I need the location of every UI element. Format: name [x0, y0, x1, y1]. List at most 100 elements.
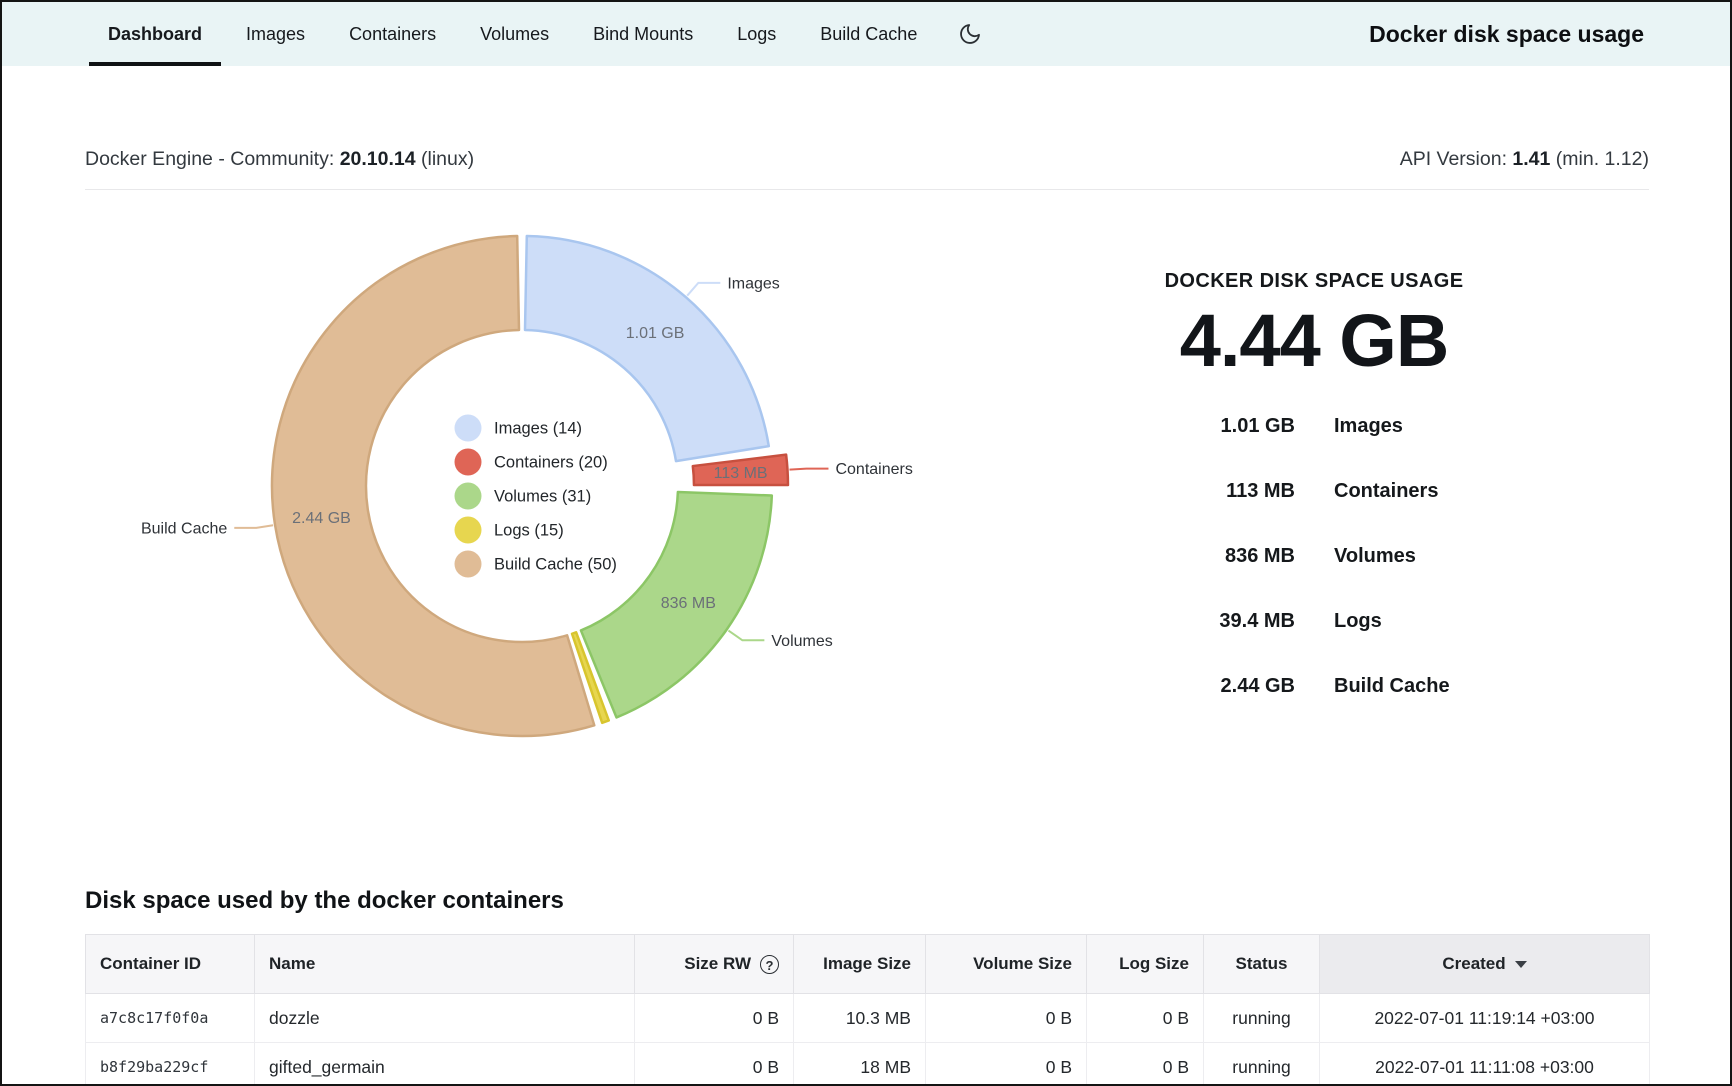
engine-version-text: Docker Engine - Community: 20.10.14 (lin…	[85, 146, 474, 173]
dashboard-section: 1.01 GBImages113 MBContainers836 MBVolum…	[2, 190, 1730, 882]
usage-total: 4.44 GB	[1034, 301, 1594, 381]
legend-item-logs[interactable]: Logs (15)	[455, 517, 564, 544]
table-row: a7c8c17f0f0adozzle0 B10.3 MB0 B0 Brunnin…	[86, 994, 1650, 1043]
cell-container_id: b8f29ba229cf	[86, 1043, 255, 1086]
column-label: Created	[1442, 954, 1505, 974]
segment-label-line	[234, 525, 273, 528]
usage-row-containers: 113 MB Containers	[1034, 459, 1594, 524]
top-navigation-bar: DashboardImagesContainersVolumesBind Mou…	[2, 2, 1730, 66]
sort-desc-icon	[1515, 961, 1527, 968]
legend-swatch	[455, 483, 482, 510]
column-label: Size RW	[684, 954, 751, 974]
cell-size_rw: 0 B	[635, 1043, 794, 1086]
tab-volumes[interactable]: Volumes	[459, 2, 570, 66]
cell-image_size: 10.3 MB	[794, 994, 926, 1043]
segment-name-label: Containers	[835, 461, 912, 478]
column-header-volume-size[interactable]: Volume Size	[926, 935, 1087, 994]
column-header-status[interactable]: Status	[1204, 935, 1320, 994]
moon-icon	[958, 22, 982, 46]
cell-size_rw: 0 B	[635, 994, 794, 1043]
column-label: Log Size	[1119, 954, 1189, 974]
cell-status: running	[1204, 994, 1320, 1043]
segment-label-line	[687, 283, 720, 296]
cell-volume_size: 0 B	[926, 994, 1087, 1043]
legend-swatch	[455, 449, 482, 476]
cell-log_size: 0 B	[1087, 1043, 1204, 1086]
usage-label: Logs	[1334, 610, 1382, 633]
usage-row-build-cache: 2.44 GB Build Cache	[1034, 654, 1594, 719]
table-body: a7c8c17f0f0adozzle0 B10.3 MB0 B0 Brunnin…	[86, 994, 1650, 1086]
column-label: Volume Size	[973, 954, 1072, 974]
segment-label-line	[728, 631, 764, 641]
cell-container_id: a7c8c17f0f0a	[86, 994, 255, 1043]
tab-dashboard[interactable]: Dashboard	[87, 2, 223, 66]
tab-bar: DashboardImagesContainersVolumesBind Mou…	[87, 2, 938, 66]
cell-created: 2022-07-01 11:11:08 +03:00	[1320, 1043, 1650, 1086]
usage-summary-panel: DOCKER DISK SPACE USAGE 4.44 GB 1.01 GB I…	[1034, 267, 1594, 719]
legend-item-containers[interactable]: Containers (20)	[455, 449, 608, 476]
help-icon[interactable]: ?	[760, 955, 779, 974]
app-window: DashboardImagesContainersVolumesBind Mou…	[0, 0, 1732, 1086]
usage-summary-heading: DOCKER DISK SPACE USAGE	[1034, 267, 1594, 295]
legend-item-images[interactable]: Images (14)	[455, 415, 583, 442]
cell-status: running	[1204, 1043, 1320, 1086]
usage-value: 39.4 MB	[1034, 610, 1295, 633]
tab-images[interactable]: Images	[225, 2, 326, 66]
legend-label: Logs (15)	[494, 522, 564, 540]
usage-label: Containers	[1334, 480, 1438, 503]
dark-mode-toggle[interactable]	[954, 18, 986, 50]
column-header-created[interactable]: Created	[1320, 935, 1650, 994]
legend-item-build-cache[interactable]: Build Cache (50)	[455, 551, 617, 578]
cell-name: dozzle	[255, 994, 635, 1043]
legend-label: Volumes (31)	[494, 488, 591, 506]
segment-size-label: 113 MB	[714, 465, 768, 482]
usage-row-volumes: 836 MBVolumes	[1034, 524, 1594, 589]
usage-label: Build Cache	[1334, 675, 1450, 698]
usage-label: Volumes	[1334, 545, 1416, 568]
usage-value: 113 MB	[1034, 480, 1295, 503]
column-header-size-rw[interactable]: Size RW?	[635, 935, 794, 994]
segment-name-label: Volumes	[771, 633, 832, 650]
tab-containers[interactable]: Containers	[328, 2, 457, 66]
api-version-text: API Version: 1.41 (min. 1.12)	[1400, 146, 1649, 173]
segment-name-label: Build Cache	[141, 520, 227, 537]
segment-size-label: 1.01 GB	[626, 325, 685, 342]
usage-value: 2.44 GB	[1034, 675, 1295, 698]
column-header-container-id[interactable]: Container ID	[86, 935, 255, 994]
cell-log_size: 0 B	[1087, 994, 1204, 1043]
column-header-name[interactable]: Name	[255, 935, 635, 994]
segment-size-label: 2.44 GB	[292, 510, 351, 527]
legend-swatch	[455, 415, 482, 442]
legend-swatch	[455, 517, 482, 544]
legend-item-volumes[interactable]: Volumes (31)	[455, 483, 592, 510]
cell-created: 2022-07-01 11:19:14 +03:00	[1320, 994, 1650, 1043]
tab-bind-mounts[interactable]: Bind Mounts	[572, 2, 714, 66]
containers-table: Container ID Name Size RW? Image Size Volume…	[85, 934, 1650, 1086]
page-title: Docker disk space usage	[1369, 21, 1730, 48]
usage-row-logs: 39.4 MB Logs	[1034, 589, 1594, 654]
segment-name-label: Images	[727, 275, 779, 292]
tab-logs[interactable]: Logs	[716, 2, 797, 66]
cell-image_size: 18 MB	[794, 1043, 926, 1086]
disk-usage-donut-chart: 1.01 GB Images 113 MB Containers 836 MB Volum…	[132, 224, 962, 764]
usage-value: 1.01 GB	[1034, 415, 1295, 438]
legend-label: Images (14)	[494, 420, 582, 438]
legend-label: Build Cache (50)	[494, 556, 617, 574]
cell-name: gifted_germain	[255, 1043, 635, 1086]
column-header-image-size[interactable]: Image Size	[794, 935, 926, 994]
tab-build-cache[interactable]: Build Cache	[799, 2, 938, 66]
column-header-log-size[interactable]: Log Size	[1087, 935, 1204, 994]
segment-size-label: 836 MB	[661, 595, 716, 612]
containers-table-heading: Disk space used by the docker containers	[85, 884, 1649, 918]
legend-label: Containers (20)	[494, 454, 608, 472]
table-header-row: Container ID Name Size RW? Image Size Volume…	[86, 935, 1650, 994]
column-label: Container ID	[100, 954, 201, 974]
segment-label-line	[790, 469, 829, 470]
column-label: Status	[1236, 954, 1288, 974]
table-row: b8f29ba229cfgifted_germain0 B18 MB0 B0 B…	[86, 1043, 1650, 1086]
column-label: Image Size	[823, 954, 911, 974]
containers-table-wrap: Container ID Name Size RW? Image Size Volume…	[85, 934, 1649, 1086]
column-label: Name	[269, 954, 315, 974]
usage-label: Images	[1334, 415, 1403, 438]
legend-swatch	[455, 551, 482, 578]
